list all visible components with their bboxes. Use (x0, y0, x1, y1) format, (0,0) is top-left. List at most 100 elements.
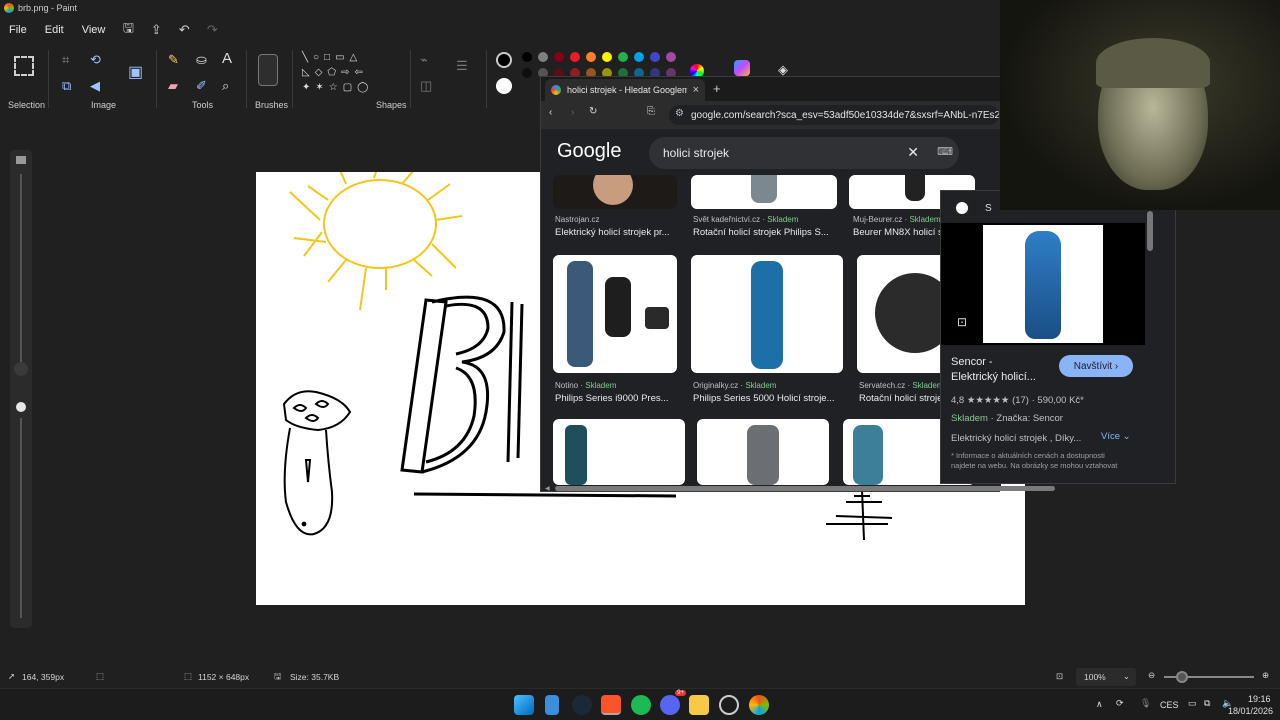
color-swatch[interactable] (618, 52, 628, 62)
color-swatch[interactable] (602, 52, 612, 62)
visit-button[interactable]: Navštívit › (1059, 355, 1133, 377)
tray-sync-icon[interactable]: ⟳ (1116, 698, 1124, 709)
vertical-zoom-slider[interactable] (10, 150, 32, 628)
tray-monitor-icon[interactable]: ▭ (1188, 698, 1197, 709)
clear-search-icon[interactable]: ✕ (907, 144, 919, 161)
resize-icon[interactable]: ⧉ (62, 78, 71, 94)
result-title[interactable]: Philips Series i9000 Pres... (555, 393, 679, 404)
spotify-icon[interactable] (631, 695, 651, 715)
result-title[interactable]: Beurer MN8X holicí s... (853, 227, 949, 238)
brushes-button[interactable] (258, 54, 278, 86)
forward-icon[interactable]: › (571, 107, 574, 118)
color-swatch-light[interactable] (522, 68, 532, 78)
redo-icon[interactable]: ↷ (198, 22, 226, 38)
selection-tool-button[interactable] (14, 56, 34, 76)
result-thumb[interactable] (553, 255, 677, 373)
tray-chevron-icon[interactable]: ∧ (1096, 699, 1103, 710)
paint-statusbar: ➚ 164, 359px ⬚ ⬚ 1152 × 648px 🖫 Size: 35… (0, 666, 1280, 688)
undo-icon[interactable]: ↶ (170, 22, 198, 38)
clock-date[interactable]: 18/01/2026 (1228, 706, 1273, 716)
close-tab-icon[interactable]: × (693, 84, 699, 96)
result-thumb[interactable] (553, 419, 685, 485)
rotate-icon[interactable]: ⟲ (90, 52, 101, 68)
google-logo[interactable]: Google (557, 140, 622, 163)
reload-icon[interactable]: ↻ (589, 106, 597, 117)
result-title[interactable]: Philips Series 5000 Holicí stroje... (693, 393, 843, 404)
eraser-icon[interactable]: ▰ (168, 78, 178, 94)
horizontal-scrollbar[interactable]: ◀ (545, 485, 1055, 492)
app-icon-settings[interactable] (719, 695, 739, 715)
tray-mic-icon[interactable]: 🎙 (1140, 698, 1151, 709)
menu-view[interactable]: View (73, 24, 115, 36)
start-icon[interactable] (514, 695, 534, 715)
zoom-in-icon[interactable]: ⊕ (1262, 670, 1269, 681)
tab-bar: holici strojek - Hledat Googlem × + (541, 77, 1001, 101)
save-icon[interactable]: 🖫 (114, 19, 142, 41)
crop-icon[interactable]: ⌗ (62, 52, 69, 68)
copilot-icon[interactable] (734, 60, 750, 76)
panel-scrollbar[interactable] (1147, 211, 1153, 251)
magnifier-icon[interactable]: ⌕ (222, 78, 229, 94)
share-icon[interactable]: ⇪ (142, 22, 170, 38)
flip-icon[interactable]: ◀ (90, 78, 100, 94)
result-title[interactable]: Rotační holicí strojek Philips S... (693, 227, 839, 238)
url-field[interactable]: ⚙ google.com/search?sca_esv=53adf50e1033… (669, 105, 999, 125)
color-swatch[interactable] (634, 52, 644, 62)
result-thumb[interactable] (691, 255, 843, 373)
zoom-slider-thumb[interactable] (1176, 671, 1188, 683)
file-size: Size: 35.7KB (290, 672, 340, 682)
bookmark-icon[interactable]: ⎘ (647, 106, 655, 117)
tab-google-search[interactable]: holici strojek - Hledat Googlem × (545, 79, 705, 101)
zoom-slider[interactable] (1164, 671, 1254, 683)
result-title[interactable]: Rotační holicí strojek... (859, 393, 943, 404)
color-swatch[interactable] (650, 52, 660, 62)
menu-file[interactable]: File (0, 24, 36, 36)
input-language[interactable]: CES (1160, 700, 1179, 710)
color-swatch[interactable] (570, 52, 580, 62)
result-thumb[interactable] (553, 175, 677, 209)
app-icon-books[interactable] (545, 695, 559, 715)
result-title[interactable]: Elektrický holicí strojek pr... (555, 227, 679, 238)
zoom-select[interactable]: 100% ⌄ (1076, 668, 1136, 686)
color-swatch[interactable] (522, 52, 532, 62)
brave-icon[interactable] (601, 695, 621, 715)
product-name[interactable]: Sencor - Elektrický holicí... (951, 355, 1036, 385)
color-swatch[interactable] (666, 52, 676, 62)
fill-icon[interactable]: ⛀ (196, 52, 207, 68)
color-picker-icon[interactable]: ✐ (196, 78, 207, 94)
scroll-thumb[interactable] (555, 486, 1055, 491)
image-select-icon[interactable]: ▣ (128, 62, 143, 82)
back-icon[interactable]: ‹ (549, 107, 552, 118)
color-swatch[interactable] (538, 52, 548, 62)
color-swatch[interactable] (554, 52, 564, 62)
file-explorer-icon[interactable] (689, 695, 709, 715)
fit-icon[interactable]: ⊡ (1056, 671, 1063, 682)
keyboard-icon[interactable]: ⌨ (937, 145, 953, 158)
shape-size-icon[interactable]: ☰ (456, 58, 468, 74)
site-info-icon[interactable]: ⚙ (675, 108, 684, 119)
new-tab-button[interactable]: + (713, 81, 721, 96)
secondary-color[interactable] (496, 78, 512, 94)
discord-icon[interactable]: 9+ (660, 690, 686, 715)
slider-thumb[interactable] (14, 362, 28, 376)
zoom-out-icon[interactable]: ⊖ (1148, 670, 1155, 681)
paint-taskbar-icon[interactable] (749, 695, 769, 715)
text-icon[interactable]: A (222, 50, 232, 67)
tray-network-icon[interactable]: ⧉ (1204, 698, 1210, 709)
fill-style-icon[interactable]: ◫ (420, 78, 432, 94)
pencil-icon[interactable]: ✎ (168, 52, 179, 68)
lens-icon[interactable]: ⊡ (957, 315, 967, 329)
menu-edit[interactable]: Edit (36, 24, 73, 36)
shapes-gallery[interactable]: ╲○□▭△ ◺◇⬠⇨⇦ ✦✶☆▢◯ (302, 50, 406, 96)
clock-time[interactable]: 19:16 (1248, 694, 1271, 704)
result-thumb[interactable] (697, 419, 829, 485)
scroll-left-icon[interactable]: ◀ (545, 485, 550, 492)
more-link[interactable]: Více ⌄ (1101, 431, 1131, 442)
steam-icon[interactable] (572, 695, 592, 715)
product-image[interactable]: ⊡ (941, 223, 1145, 345)
result-thumb[interactable] (691, 175, 837, 209)
primary-color[interactable] (496, 52, 512, 68)
outline-icon[interactable]: ⌁ (420, 52, 428, 68)
color-swatch[interactable] (586, 52, 596, 62)
search-input[interactable]: holici strojek ✕ ⌨ (649, 137, 959, 169)
